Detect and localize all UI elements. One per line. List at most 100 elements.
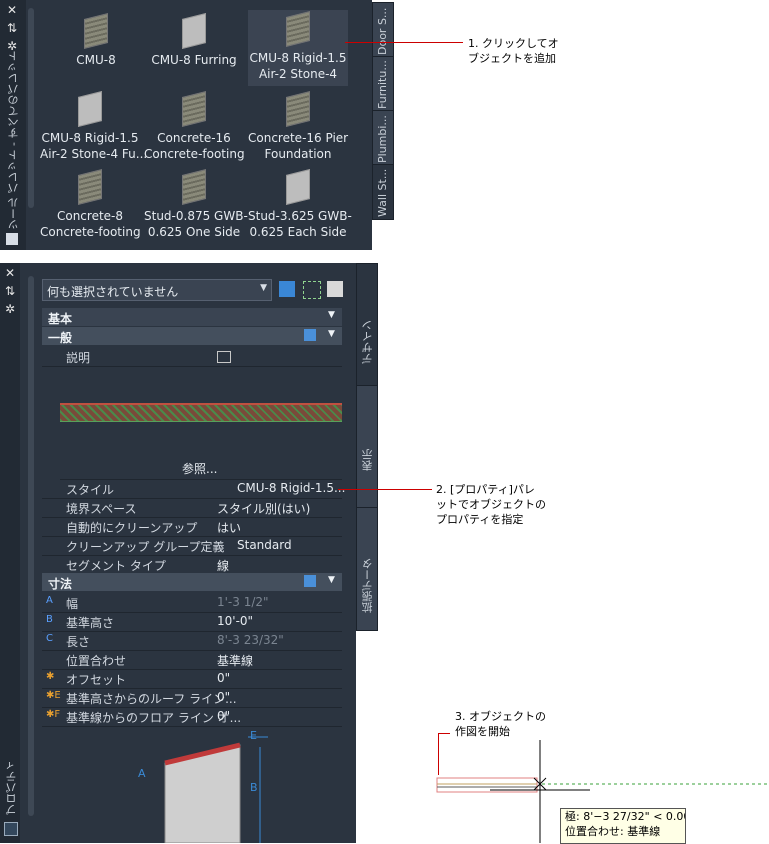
diagram-label-a: A bbox=[138, 767, 146, 780]
property-row[interactable]: セグメント タイプ 線 bbox=[42, 555, 342, 575]
quick-select-icon[interactable] bbox=[279, 281, 295, 297]
dimension-label: 基準線からのフロア ライン オ... bbox=[66, 711, 242, 725]
property-row[interactable]: 自動的にクリーンアップ はい bbox=[42, 517, 342, 537]
dimension-value[interactable]: 10'-0" bbox=[217, 614, 253, 628]
tool-item[interactable]: CMU-8 Rigid-1.5 Air-2 Stone-4 Fu... bbox=[40, 90, 147, 166]
wall-tool-icon bbox=[286, 169, 310, 205]
dimension-row[interactable]: A 幅 1'-3 1/2" bbox=[42, 593, 342, 613]
dimension-label: 基準高さからのルーフ ライン... bbox=[66, 692, 237, 706]
callout-3-text: 3. オブジェクトの 作図を開始 bbox=[455, 710, 546, 738]
browse-link[interactable]: 参照... bbox=[182, 460, 217, 477]
tool-item[interactable]: Concrete-16 Pier Foundation bbox=[248, 90, 348, 166]
toggle-pickadd-icon[interactable] bbox=[327, 281, 343, 297]
wall-tool-icon bbox=[78, 91, 102, 127]
tool-label: CMU-8 bbox=[76, 53, 116, 67]
callout-2-text: 2. [プロパティ]パレ ットでオブジェクトの プロパティを指定 bbox=[436, 483, 546, 526]
palette-scrollbar[interactable] bbox=[28, 8, 34, 208]
property-label: セグメント タイプ bbox=[66, 559, 166, 573]
tab-extended-data[interactable]: 拡張データ bbox=[356, 507, 378, 631]
property-value[interactable]: 線 bbox=[217, 557, 229, 574]
tool-item[interactable]: CMU-8 Furring bbox=[144, 12, 244, 88]
chevron-down-icon: ▼ bbox=[328, 575, 335, 585]
quick-properties-icon bbox=[304, 329, 316, 341]
callout-1-line bbox=[345, 42, 463, 43]
dimension-value[interactable]: 0" bbox=[217, 690, 230, 704]
gear-icon[interactable]: ✲ bbox=[3, 303, 17, 315]
wall-tool-icon bbox=[286, 11, 310, 47]
dimension-value[interactable]: 8'-3 23/32" bbox=[217, 633, 284, 647]
close-icon[interactable]: ✕ bbox=[3, 267, 17, 279]
property-value[interactable]: はい bbox=[217, 519, 241, 536]
chevron-down-icon: ▼ bbox=[260, 283, 267, 293]
section-basic[interactable]: 基本 ▼ bbox=[42, 308, 342, 326]
selection-dropdown[interactable]: 何も選択されていません ▼ bbox=[42, 279, 272, 301]
property-row[interactable]: スタイル CMU-8 Rigid-1.5... bbox=[42, 479, 345, 499]
tool-item[interactable]: CMU-8 Rigid-1.5 Air-2 Stone-4 bbox=[248, 10, 348, 86]
tab-plumbing[interactable]: Plumbi... bbox=[372, 110, 394, 166]
callout-3-line-h bbox=[438, 733, 450, 734]
property-row[interactable]: 境界スペース スタイル別(はい) bbox=[42, 498, 342, 518]
tool-item[interactable]: Stud-3.625 GWB- 0.625 Each Side bbox=[248, 168, 352, 244]
autohide-icon[interactable]: ⇅ bbox=[3, 285, 17, 297]
section-general[interactable]: 一般 ▼ bbox=[42, 327, 342, 345]
dimension-row[interactable]: ✱E 基準高さからのルーフ ライン... 0" bbox=[42, 688, 342, 708]
property-value[interactable]: Standard bbox=[237, 538, 292, 552]
dimension-marker: ✱ bbox=[46, 671, 55, 682]
description-edit-icon[interactable] bbox=[217, 351, 231, 363]
tool-label: Stud-3.625 GWB- 0.625 Each Side bbox=[248, 209, 352, 239]
dimension-row[interactable]: C 長さ 8'-3 23/32" bbox=[42, 631, 342, 651]
property-label: クリーンアップ グループ定義 bbox=[66, 540, 225, 554]
autohide-icon[interactable]: ⇅ bbox=[5, 22, 19, 34]
dimension-row[interactable]: ✱ オフセット 0" bbox=[42, 669, 342, 689]
property-label: 境界スペース bbox=[66, 502, 137, 516]
dimension-row[interactable]: B 基準高さ 10'-0" bbox=[42, 612, 342, 632]
description-row: 説明 bbox=[42, 347, 342, 367]
properties-icon[interactable] bbox=[4, 822, 18, 836]
dimension-value[interactable]: 0" bbox=[217, 671, 230, 685]
tab-wall-styles[interactable]: Wall St... bbox=[372, 164, 394, 220]
wall-tool-icon bbox=[78, 169, 102, 205]
property-label: 自動的にクリーンアップ bbox=[66, 521, 198, 535]
wall-tool-icon bbox=[286, 91, 310, 127]
diagram-label-e: E bbox=[250, 729, 257, 742]
dimension-label: 位置合わせ bbox=[66, 654, 127, 668]
wall-dimension-diagram: A B E bbox=[138, 729, 268, 843]
tab-furniture[interactable]: Furnitu... bbox=[372, 56, 394, 112]
property-value[interactable]: スタイル別(はい) bbox=[217, 500, 310, 517]
dimension-value[interactable]: 基準線 bbox=[217, 652, 253, 669]
chevron-down-icon: ▼ bbox=[328, 310, 335, 320]
dimension-row[interactable]: ✱F 基準線からのフロア ライン オ... 0" bbox=[42, 707, 342, 727]
tool-label: CMU-8 Rigid-1.5 Air-2 Stone-4 bbox=[249, 51, 347, 81]
tool-item[interactable]: Concrete-16 Concrete-footing bbox=[144, 90, 245, 166]
properties-scrollbar[interactable] bbox=[28, 276, 34, 816]
tool-item[interactable]: Concrete-8 Concrete-footing bbox=[40, 168, 141, 244]
dimension-marker: ✱E bbox=[46, 690, 61, 701]
dimension-label: 基準高さ bbox=[66, 616, 115, 630]
properties-title-strip bbox=[0, 263, 20, 843]
tool-item[interactable]: CMU-8 bbox=[46, 12, 146, 88]
wall-tool-icon bbox=[182, 91, 206, 127]
dimension-row[interactable]: 位置合わせ 基準線 bbox=[42, 650, 342, 670]
dimension-value[interactable]: 1'-3 1/2" bbox=[217, 595, 269, 609]
select-objects-icon[interactable] bbox=[303, 281, 321, 299]
tool-label: Concrete-16 Pier Foundation bbox=[248, 131, 349, 161]
wall-tool-icon bbox=[182, 169, 206, 205]
property-value[interactable]: CMU-8 Rigid-1.5... bbox=[237, 481, 345, 495]
dimension-marker: B bbox=[46, 614, 53, 625]
diagram-label-b: B bbox=[250, 781, 258, 794]
close-icon[interactable]: ✕ bbox=[5, 4, 19, 16]
palette-grid-icon[interactable] bbox=[6, 233, 18, 245]
wall-tool-icon bbox=[182, 13, 206, 49]
properties-title: プロパティ bbox=[5, 760, 18, 815]
property-row[interactable]: クリーンアップ グループ定義 Standard bbox=[42, 536, 342, 556]
selection-dropdown-value: 何も選択されていません bbox=[47, 285, 179, 299]
style-preview: 参照... bbox=[60, 367, 342, 480]
tab-display[interactable]: 表示 bbox=[356, 385, 378, 509]
dimension-marker: C bbox=[46, 633, 53, 644]
tab-design[interactable]: デザイン bbox=[356, 263, 378, 387]
dimension-value[interactable]: 0" bbox=[217, 709, 230, 723]
section-dimensions[interactable]: 寸法 ▼ bbox=[42, 573, 342, 591]
tool-item[interactable]: Stud-0.875 GWB- 0.625 One Side bbox=[144, 168, 248, 244]
tooltip-justify: 位置合わせ: 基準線 bbox=[565, 825, 661, 838]
tab-door[interactable]: Door S... bbox=[372, 2, 394, 58]
